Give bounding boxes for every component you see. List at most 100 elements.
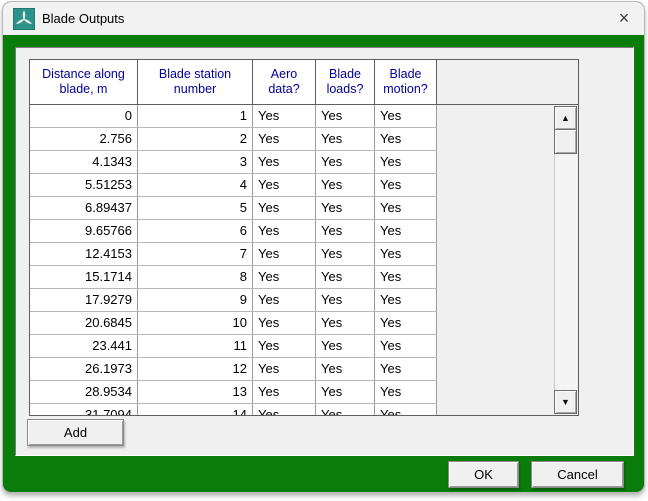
- table-cell[interactable]: 9: [138, 289, 253, 311]
- table-cell[interactable]: Yes: [316, 105, 375, 127]
- table-cell[interactable]: 28.9534: [30, 381, 138, 403]
- table-cell[interactable]: Yes: [253, 151, 316, 173]
- table-cell[interactable]: 26.1973: [30, 358, 138, 380]
- table-cell[interactable]: Yes: [375, 105, 437, 127]
- table-cell[interactable]: Yes: [375, 174, 437, 196]
- table-cell[interactable]: 12: [138, 358, 253, 380]
- table-cell[interactable]: Yes: [316, 197, 375, 219]
- title-bar[interactable]: Blade Outputs ×: [3, 2, 644, 35]
- ok-button[interactable]: OK: [448, 461, 519, 488]
- blade-stations-table[interactable]: Distance along blade, mBlade station num…: [29, 59, 579, 416]
- table-row[interactable]: 6.894375YesYesYes: [30, 197, 437, 220]
- cancel-button[interactable]: Cancel: [531, 461, 624, 488]
- add-button[interactable]: Add: [27, 419, 124, 446]
- table-cell[interactable]: 6: [138, 220, 253, 242]
- table-cell[interactable]: 3: [138, 151, 253, 173]
- column-header[interactable]: Distance along blade, m: [30, 60, 138, 104]
- scrollbar-thumb[interactable]: [554, 130, 577, 154]
- scroll-up-button[interactable]: ▲: [554, 106, 577, 130]
- table-cell[interactable]: Yes: [316, 335, 375, 357]
- table-row[interactable]: 20.684510YesYesYes: [30, 312, 437, 335]
- scroll-down-button[interactable]: ▼: [554, 390, 577, 414]
- table-cell[interactable]: 1: [138, 105, 253, 127]
- table-cell[interactable]: Yes: [316, 358, 375, 380]
- table-cell[interactable]: Yes: [375, 197, 437, 219]
- table-cell[interactable]: 14: [138, 404, 253, 416]
- table-cell[interactable]: Yes: [375, 266, 437, 288]
- table-cell[interactable]: Yes: [316, 289, 375, 311]
- table-cell[interactable]: Yes: [375, 243, 437, 265]
- table-cell[interactable]: 20.6845: [30, 312, 138, 334]
- table-cell[interactable]: 23.441: [30, 335, 138, 357]
- table-cell[interactable]: 5.51253: [30, 174, 138, 196]
- table-cell[interactable]: 5: [138, 197, 253, 219]
- table-cell[interactable]: 17.9279: [30, 289, 138, 311]
- table-row[interactable]: 4.13433YesYesYes: [30, 151, 437, 174]
- table-cell[interactable]: Yes: [316, 151, 375, 173]
- table-cell[interactable]: Yes: [253, 289, 316, 311]
- table-cell[interactable]: Yes: [316, 174, 375, 196]
- table-cell[interactable]: Yes: [253, 312, 316, 334]
- table-cell[interactable]: Yes: [253, 197, 316, 219]
- table-cell[interactable]: Yes: [375, 358, 437, 380]
- table-cell[interactable]: 9.65766: [30, 220, 138, 242]
- table-cell[interactable]: 13: [138, 381, 253, 403]
- table-cell[interactable]: 4.1343: [30, 151, 138, 173]
- table-cell[interactable]: Yes: [316, 404, 375, 416]
- table-cell[interactable]: Yes: [375, 381, 437, 403]
- table-cell[interactable]: Yes: [375, 404, 437, 416]
- table-row[interactable]: 31.709414YesYesYes: [30, 404, 437, 416]
- table-cell[interactable]: Yes: [375, 289, 437, 311]
- table-cell[interactable]: 7: [138, 243, 253, 265]
- table-row[interactable]: 2.7562YesYesYes: [30, 128, 437, 151]
- table-cell[interactable]: 31.7094: [30, 404, 138, 416]
- table-cell[interactable]: Yes: [316, 220, 375, 242]
- table-cell[interactable]: Yes: [253, 105, 316, 127]
- table-row[interactable]: 23.44111YesYesYes: [30, 335, 437, 358]
- table-row[interactable]: 15.17148YesYesYes: [30, 266, 437, 289]
- table-row[interactable]: 5.512534YesYesYes: [30, 174, 437, 197]
- table-cell[interactable]: Yes: [253, 335, 316, 357]
- table-cell[interactable]: Yes: [253, 358, 316, 380]
- table-cell[interactable]: 10: [138, 312, 253, 334]
- table-cell[interactable]: Yes: [375, 312, 437, 334]
- table-cell[interactable]: Yes: [253, 220, 316, 242]
- table-cell[interactable]: Yes: [316, 312, 375, 334]
- table-cell[interactable]: 6.89437: [30, 197, 138, 219]
- vertical-scrollbar[interactable]: ▲ ▼: [554, 106, 577, 414]
- table-cell[interactable]: Yes: [253, 266, 316, 288]
- table-row[interactable]: 12.41537YesYesYes: [30, 243, 437, 266]
- column-header[interactable]: Aero data?: [253, 60, 316, 104]
- table-cell[interactable]: 11: [138, 335, 253, 357]
- table-cell[interactable]: Yes: [375, 220, 437, 242]
- table-cell[interactable]: Yes: [316, 381, 375, 403]
- table-row[interactable]: 9.657666YesYesYes: [30, 220, 437, 243]
- table-cell[interactable]: Yes: [253, 404, 316, 416]
- table-cell[interactable]: Yes: [375, 151, 437, 173]
- table-cell[interactable]: Yes: [316, 266, 375, 288]
- table-cell[interactable]: 2: [138, 128, 253, 150]
- column-header[interactable]: Blade loads?: [316, 60, 375, 104]
- column-header[interactable]: Blade motion?: [375, 60, 437, 104]
- table-cell[interactable]: Yes: [253, 128, 316, 150]
- table-row[interactable]: 26.197312YesYesYes: [30, 358, 437, 381]
- table-cell[interactable]: Yes: [375, 335, 437, 357]
- table-cell[interactable]: 12.4153: [30, 243, 138, 265]
- table-cell[interactable]: 8: [138, 266, 253, 288]
- table-cell[interactable]: 0: [30, 105, 138, 127]
- table-cell[interactable]: Yes: [253, 243, 316, 265]
- table-row[interactable]: 01YesYesYes: [30, 105, 437, 128]
- column-header[interactable]: Blade station number: [138, 60, 253, 104]
- table-row[interactable]: 28.953413YesYesYes: [30, 381, 437, 404]
- table-row[interactable]: 17.92799YesYesYes: [30, 289, 437, 312]
- table-cell[interactable]: Yes: [316, 128, 375, 150]
- table-cell[interactable]: 2.756: [30, 128, 138, 150]
- close-button[interactable]: ×: [604, 2, 644, 35]
- table-cell[interactable]: Yes: [253, 381, 316, 403]
- table-cell[interactable]: Yes: [316, 243, 375, 265]
- table-cell[interactable]: Yes: [253, 174, 316, 196]
- table-cell[interactable]: 4: [138, 174, 253, 196]
- scrollbar-track[interactable]: [554, 154, 577, 390]
- table-cell[interactable]: 15.1714: [30, 266, 138, 288]
- table-cell[interactable]: Yes: [375, 128, 437, 150]
